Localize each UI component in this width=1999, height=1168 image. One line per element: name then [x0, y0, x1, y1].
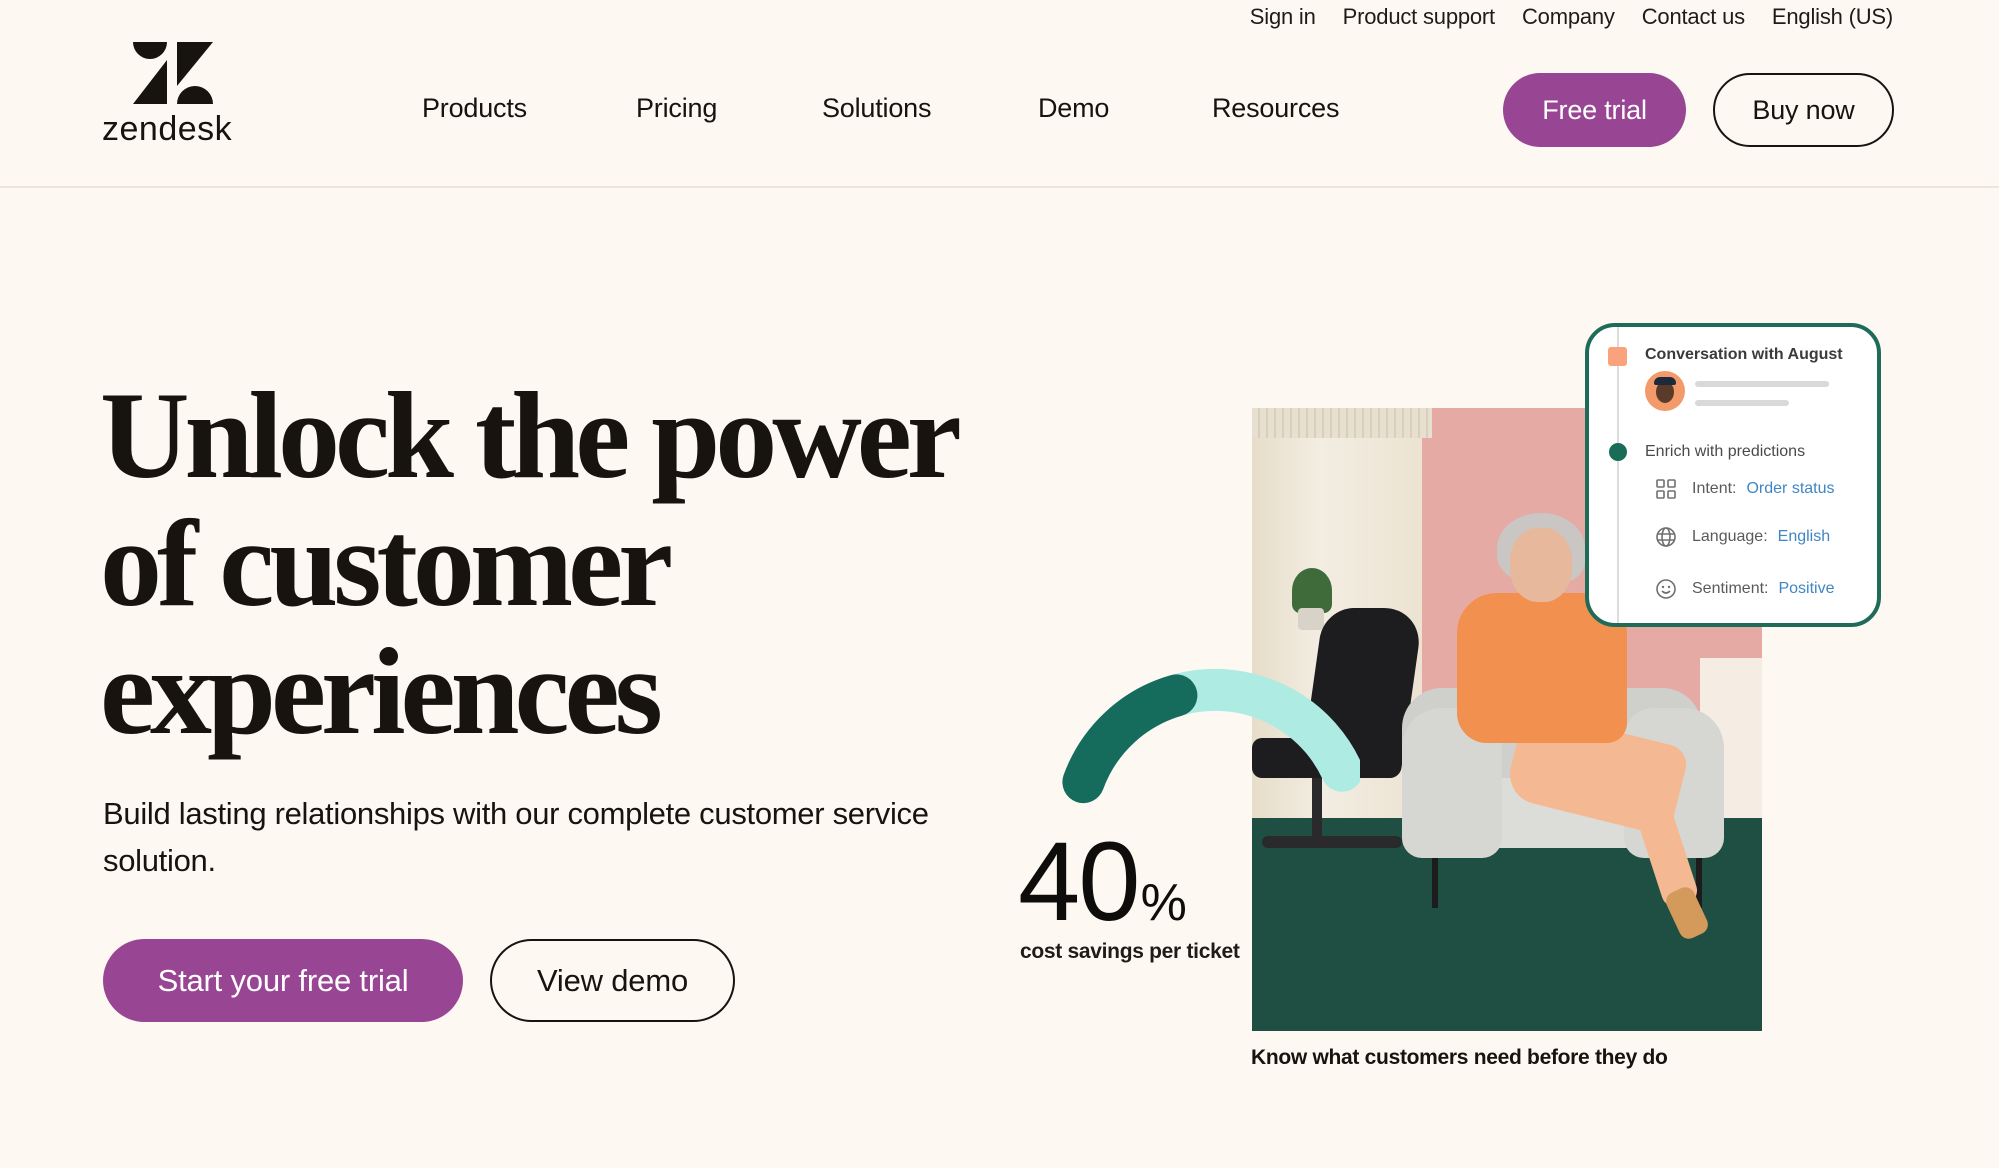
- gauge-fill: [1062, 674, 1198, 804]
- photo-caption: Know what customers need before they do: [1251, 1046, 1668, 1069]
- contact-us-link[interactable]: Contact us: [1642, 4, 1745, 30]
- headline-line-1: Unlock the power: [100, 367, 962, 504]
- nav-products[interactable]: Products: [422, 93, 527, 124]
- nav-resources[interactable]: Resources: [1212, 93, 1339, 124]
- zendesk-logo-mark-icon: [133, 42, 213, 104]
- conversation-card: Conversation with August Enrich with pre…: [1585, 323, 1881, 627]
- stat-number: 40: [1018, 819, 1141, 944]
- timeline-rail: [1617, 327, 1619, 623]
- utility-nav: Sign in Product support Company Contact …: [1250, 4, 1893, 30]
- zendesk-wordmark: zendesk: [102, 110, 233, 148]
- hero-subhead: Build lasting relationships with our com…: [103, 796, 929, 878]
- prediction-row-sentiment: Sentiment: Positive: [1655, 578, 1835, 600]
- savings-gauge: [1062, 668, 1360, 804]
- sentiment-label: Sentiment:: [1692, 580, 1769, 597]
- timeline-dot-icon: [1609, 443, 1627, 461]
- company-link[interactable]: Company: [1522, 4, 1615, 30]
- language-selector[interactable]: English (US): [1772, 4, 1893, 30]
- language-label: Language:: [1692, 528, 1768, 545]
- smiley-icon: [1655, 578, 1677, 600]
- stat-unit: %: [1140, 874, 1187, 932]
- enrich-label: Enrich with predictions: [1645, 443, 1806, 460]
- globe-icon: [1655, 526, 1677, 548]
- header-divider: [0, 186, 1999, 188]
- nav-solutions[interactable]: Solutions: [822, 93, 931, 124]
- intent-label: Intent:: [1692, 480, 1737, 497]
- message-placeholder-line: [1695, 400, 1789, 406]
- intent-value: Order status: [1746, 480, 1835, 497]
- start-free-trial-button[interactable]: Start your free trial: [103, 939, 463, 1022]
- prediction-row-intent: Intent: Order status: [1655, 478, 1835, 500]
- language-value: English: [1777, 528, 1831, 545]
- message-placeholder-line: [1695, 381, 1829, 387]
- stat-label: cost savings per ticket: [1020, 940, 1240, 963]
- card-title: Conversation with August: [1645, 346, 1843, 363]
- zendesk-logo[interactable]: zendesk: [102, 42, 244, 148]
- nav-pricing[interactable]: Pricing: [636, 93, 717, 124]
- buy-now-button[interactable]: Buy now: [1713, 73, 1894, 147]
- headline-line-2: of customer: [100, 495, 673, 632]
- sign-in-link[interactable]: Sign in: [1250, 4, 1316, 30]
- hero-headline: Unlock the power of customer experiences: [100, 372, 1000, 756]
- grid-icon: [1655, 478, 1677, 500]
- customer-avatar: [1645, 371, 1685, 411]
- headline-line-3: experiences: [100, 623, 663, 760]
- free-trial-button[interactable]: Free trial: [1503, 73, 1686, 147]
- product-support-link[interactable]: Product support: [1343, 4, 1496, 30]
- conversation-marker-icon: [1608, 347, 1627, 366]
- prediction-row-language: Language: English: [1655, 526, 1830, 548]
- nav-demo[interactable]: Demo: [1038, 93, 1109, 124]
- sentiment-value: Positive: [1778, 580, 1835, 597]
- view-demo-button[interactable]: View demo: [490, 939, 735, 1022]
